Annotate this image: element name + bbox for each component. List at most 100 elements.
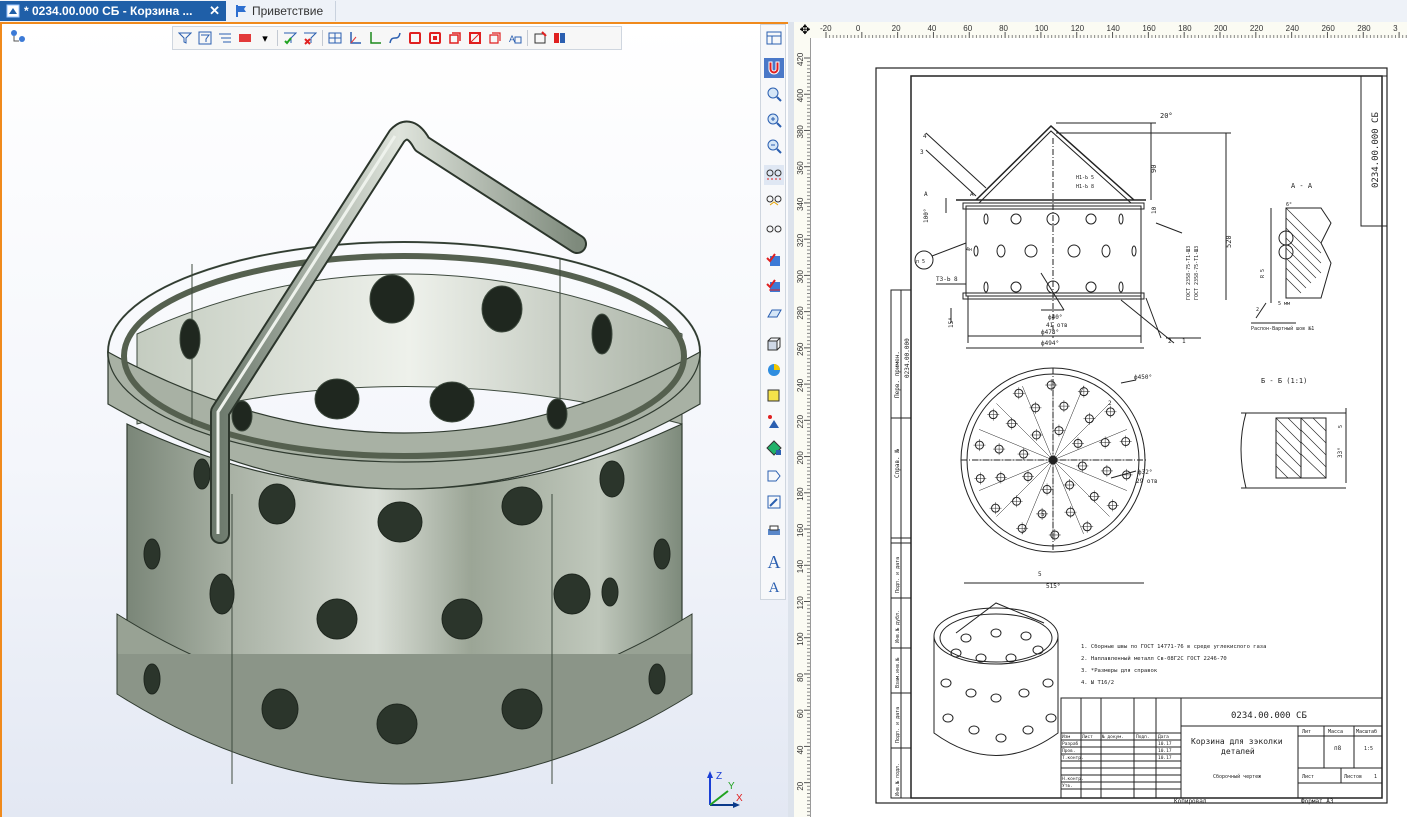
text-up-icon[interactable]: A	[764, 552, 784, 572]
title-scale-value: 1:5	[1364, 746, 1373, 752]
ruler-label: 180	[1178, 24, 1192, 33]
axis-y-label: Y	[728, 781, 735, 792]
dim-hole-40: ф40°	[1048, 314, 1062, 321]
projection-icon[interactable]	[764, 466, 784, 486]
zoom-out-icon[interactable]	[764, 136, 784, 156]
colors-icon[interactable]	[552, 30, 568, 46]
title-doc-type: Сборочный чертеж	[1213, 773, 1261, 780]
model-tree-icon[interactable]	[8, 27, 28, 47]
frame-red-icon[interactable]	[487, 30, 503, 46]
point-icon[interactable]	[764, 412, 784, 432]
plane-icon[interactable]	[764, 304, 784, 324]
glasses-icon[interactable]	[764, 191, 784, 211]
section-icon[interactable]	[764, 165, 784, 185]
zoom-window-icon[interactable]	[764, 110, 784, 130]
apply-filter-icon[interactable]	[282, 30, 298, 46]
title-sheets-label: Листов	[1344, 774, 1362, 780]
ruler-label: 200	[1214, 24, 1228, 33]
spoke-line	[1022, 385, 1054, 461]
perv-primen-label: Перв. примен.	[894, 351, 901, 398]
filter-select-icon[interactable]	[197, 30, 213, 46]
basket-3d-model[interactable]	[82, 94, 722, 804]
edit-icon[interactable]	[764, 492, 784, 512]
ruler-label: 120	[1071, 24, 1085, 33]
surface-red-icon[interactable]	[447, 30, 463, 46]
ruler-label: 340	[796, 197, 805, 211]
ruler-label: 120	[796, 596, 805, 610]
filter-layers-icon[interactable]	[217, 30, 233, 46]
chevron-down-icon[interactable]: ▾	[257, 30, 273, 46]
section-bb-view	[1240, 408, 1347, 489]
dim-15: 15°	[948, 317, 955, 328]
face-icon[interactable]	[764, 386, 784, 406]
section-bb-label: Б - Б (1:1)	[1261, 377, 1307, 385]
callout-4n: 4н	[966, 247, 972, 253]
ruler-label: 20	[796, 781, 805, 790]
title-mass-value: п8	[1334, 745, 1342, 752]
title-role-tkontr: Т.контр.	[1062, 755, 1084, 761]
print-icon[interactable]	[764, 522, 784, 542]
label-a-left: А	[924, 191, 928, 198]
title-name-line1: Корзина для зэколки	[1191, 737, 1283, 746]
zoom-in-icon[interactable]	[764, 84, 784, 104]
clear-filter-icon[interactable]	[302, 30, 318, 46]
svg-text:A: A	[509, 34, 515, 44]
weld-label: Распон-Вартный шов №1	[1251, 326, 1314, 332]
title-scale-header: Масштаб	[1356, 728, 1377, 735]
ruler-label: 140	[796, 559, 805, 573]
grid-icon[interactable]	[327, 30, 343, 46]
spoke-line	[996, 459, 1054, 517]
check-solids-icon[interactable]	[764, 276, 784, 296]
ruler-origin-icon[interactable]: ✥	[794, 22, 816, 38]
callout-1: 1	[1182, 338, 1186, 345]
view-cube-icon[interactable]	[764, 334, 784, 354]
axis-lcs-icon[interactable]	[347, 30, 363, 46]
check-surfaces-icon[interactable]	[764, 250, 784, 270]
surface-red-2-icon[interactable]	[467, 30, 483, 46]
iso-hole	[1042, 678, 1054, 688]
title-date-3: 10.17	[1158, 755, 1172, 761]
ruler-label: 140	[1107, 24, 1121, 33]
axis-x-label: X	[736, 793, 743, 804]
iso-hole	[965, 688, 977, 698]
ruler-label: 80	[796, 673, 805, 682]
tree-view-icon[interactable]	[764, 28, 784, 48]
drawing-canvas: 0234.00.000 СБ Перв. примен. 0234.00.000…	[875, 67, 1388, 805]
filter-icon[interactable]	[177, 30, 193, 46]
tab-welcome[interactable]: Приветствие	[228, 1, 336, 21]
title-name-line2: деталей	[1221, 747, 1255, 756]
document-tab-bar: * 0234.00.000 СБ - Корзина ... ✕ Приветс…	[0, 0, 1407, 23]
sheet-outer-frame	[875, 67, 1388, 804]
axis-wcs-icon[interactable]	[367, 30, 383, 46]
gost-2: ГОСТ 2358-75-Т1-Ш3	[1194, 246, 1200, 300]
toolbar-separator	[527, 30, 528, 46]
iso-hole	[960, 633, 972, 643]
render-icon[interactable]	[764, 360, 784, 380]
color-filter-icon[interactable]	[237, 30, 253, 46]
margin-label-4: Подп. и дата	[895, 707, 901, 743]
curve-icon[interactable]	[387, 30, 403, 46]
close-tab-icon[interactable]: ✕	[209, 3, 220, 19]
side-stamp-text: 0234.00.000 СБ	[1371, 112, 1381, 188]
ruler-label: 420	[796, 52, 805, 66]
glasses-options-icon[interactable]	[764, 219, 784, 239]
text-down-icon[interactable]: A	[764, 578, 784, 598]
vertical-ruler: 420 400 380 360 340 320 300 280 260 240 220 200 180 1…	[794, 38, 811, 817]
drawing-sheet[interactable]: 0234.00.000 СБ Перв. примен. 0234.00.000…	[816, 38, 1407, 817]
callout-n5: п 5	[916, 259, 925, 265]
front-dimensions	[914, 122, 1231, 349]
tab-document-korzina[interactable]: * 0234.00.000 СБ - Корзина ... ✕	[0, 1, 226, 21]
weld-mark-2: Н1-Ь 8	[1076, 184, 1094, 190]
solid-red-2-icon[interactable]	[427, 30, 443, 46]
material-icon[interactable]	[764, 438, 784, 458]
new-window-icon[interactable]	[532, 30, 548, 46]
3d-viewport[interactable]: ▾ A Z Y X	[0, 22, 788, 817]
margin-label-2: Инв.№ дубл.	[894, 610, 901, 643]
solid-red-icon[interactable]	[407, 30, 423, 46]
gost-1: ГОСТ 2358-75-Т1-Ш3	[1186, 246, 1192, 300]
magnet-icon[interactable]	[764, 58, 784, 78]
horizontal-ruler: -20 0 20 40 60 80 100 120 140 160 180 200 220 240 260 2…	[816, 22, 1407, 39]
title-role-prov: Пров.	[1062, 748, 1076, 754]
dim-478: ф478°	[1041, 329, 1059, 336]
text-style-icon[interactable]: A	[507, 30, 523, 46]
